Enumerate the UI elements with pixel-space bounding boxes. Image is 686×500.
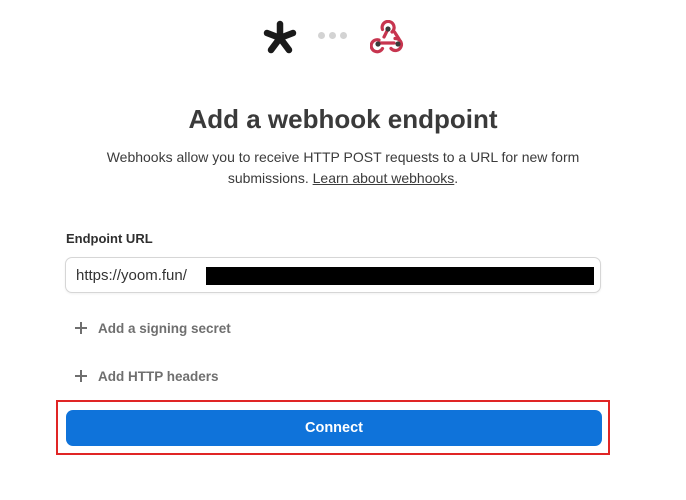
page-title: Add a webhook endpoint [188,104,498,134]
page-description: Webhooks allow you to receive HTTP POST … [70,147,616,189]
endpoint-url-label: Endpoint URL [66,231,153,246]
ellipsis-dots-icon [318,32,350,40]
add-http-headers-button[interactable]: Add HTTP headers [74,366,219,386]
add-signing-secret-label: Add a signing secret [98,320,231,336]
webhook-setup-page: Add a webhook endpoint Webhooks allow yo… [0,0,686,500]
endpoint-url-input[interactable]: https://yoom.fun/ [65,257,601,293]
add-http-headers-label: Add HTTP headers [98,368,219,384]
learn-about-webhooks-link[interactable]: Learn about webhooks [313,170,455,186]
plus-icon [74,369,88,383]
endpoint-url-value: https://yoom.fun/ [76,267,187,284]
plus-icon [74,321,88,335]
integration-logos [0,18,686,58]
description-suffix: . [454,170,459,186]
connect-button[interactable]: Connect [66,410,602,446]
asterisk-icon [263,20,297,54]
webhook-icon [370,20,404,54]
redacted-url-block [206,267,594,285]
add-signing-secret-button[interactable]: Add a signing secret [74,318,231,338]
